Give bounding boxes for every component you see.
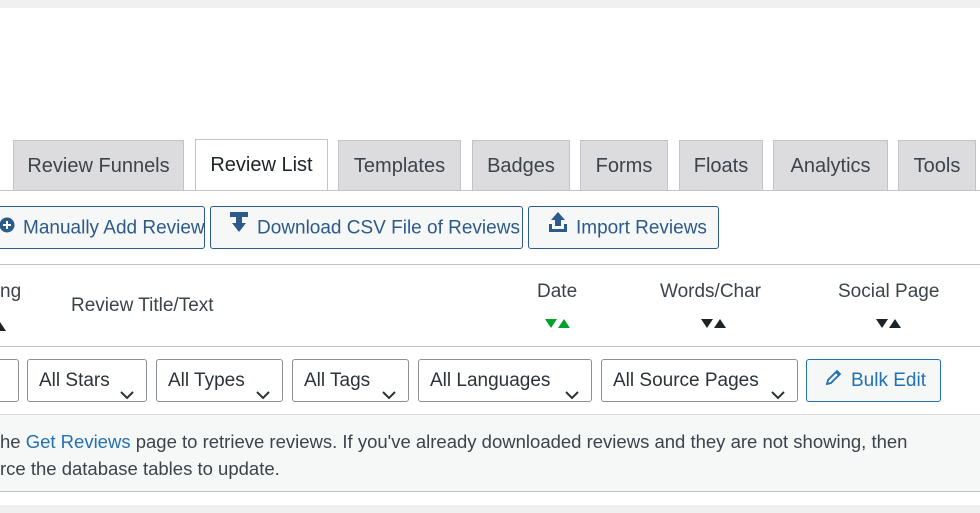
chevron-down-icon — [256, 375, 270, 416]
pencil-icon — [825, 360, 843, 401]
notice-line-1: he Get Reviews page to retrieve reviews.… — [0, 428, 907, 455]
manually-add-review-label: Manually Add Review — [23, 217, 205, 239]
stars-filter-select[interactable]: All Stars — [27, 359, 147, 402]
column-header-date[interactable]: Date — [537, 281, 577, 303]
source-pages-filter-value: All Source Pages — [613, 370, 759, 391]
tab-tools[interactable]: Tools — [898, 140, 976, 190]
column-header-rating[interactable]: ng — [0, 281, 21, 303]
download-csv-label: Download CSV File of Reviews — [257, 217, 520, 239]
types-filter-select[interactable]: All Types — [156, 359, 283, 402]
column-header-review-title: Review Title/Text — [71, 295, 214, 316]
chevron-down-icon — [565, 375, 579, 416]
source-pages-filter-select[interactable]: All Source Pages — [601, 359, 798, 402]
column-header-social-page[interactable]: Social Page — [838, 281, 939, 303]
import-reviews-button[interactable]: Import Reviews — [528, 206, 719, 249]
languages-filter-select[interactable]: All Languages — [418, 359, 592, 402]
tab-badges[interactable]: Badges — [472, 140, 570, 190]
download-csv-button[interactable]: Download CSV File of Reviews — [210, 206, 523, 249]
notice-text-pre: he — [0, 431, 26, 452]
chevron-down-icon — [382, 375, 396, 416]
download-icon — [229, 207, 249, 248]
words-char-sort-icon[interactable] — [701, 316, 727, 334]
chevron-down-icon — [120, 375, 134, 416]
tab-review-list[interactable]: Review List — [195, 139, 328, 191]
column-header-words-char[interactable]: Words/Char — [660, 281, 761, 303]
languages-filter-value: All Languages — [430, 370, 551, 391]
tags-filter-select[interactable]: All Tags — [292, 359, 409, 402]
plus-circle-icon — [0, 207, 15, 248]
stars-filter-value: All Stars — [39, 370, 110, 391]
search-input-partial[interactable] — [0, 359, 19, 402]
types-filter-value: All Types — [168, 370, 245, 391]
get-reviews-link[interactable]: Get Reviews — [26, 431, 131, 452]
upload-icon — [548, 207, 568, 248]
import-reviews-label: Import Reviews — [576, 217, 707, 239]
tab-divider — [0, 190, 980, 191]
tab-templates[interactable]: Templates — [338, 140, 461, 190]
chevron-down-icon — [771, 375, 785, 416]
rating-sort-icon[interactable] — [0, 318, 6, 336]
tab-review-funnels[interactable]: Review Funnels — [13, 140, 184, 190]
notice-text-post: page to retrieve reviews. If you've alre… — [130, 431, 908, 452]
social-page-sort-icon[interactable] — [876, 316, 902, 334]
divider — [0, 346, 980, 347]
tab-floats[interactable]: Floats — [679, 140, 763, 190]
empty-reviews-notice: he Get Reviews page to retrieve reviews.… — [0, 414, 980, 492]
tags-filter-value: All Tags — [304, 370, 371, 391]
tab-forms[interactable]: Forms — [580, 140, 668, 190]
tab-analytics[interactable]: Analytics — [773, 140, 888, 190]
date-sort-icon[interactable] — [545, 316, 571, 334]
manually-add-review-button[interactable]: Manually Add Review — [0, 206, 205, 249]
divider — [0, 264, 980, 265]
bulk-edit-label: Bulk Edit — [851, 370, 926, 391]
bulk-edit-button[interactable]: Bulk Edit — [806, 359, 941, 402]
notice-line-2: rce the database tables to update. — [0, 458, 280, 479]
